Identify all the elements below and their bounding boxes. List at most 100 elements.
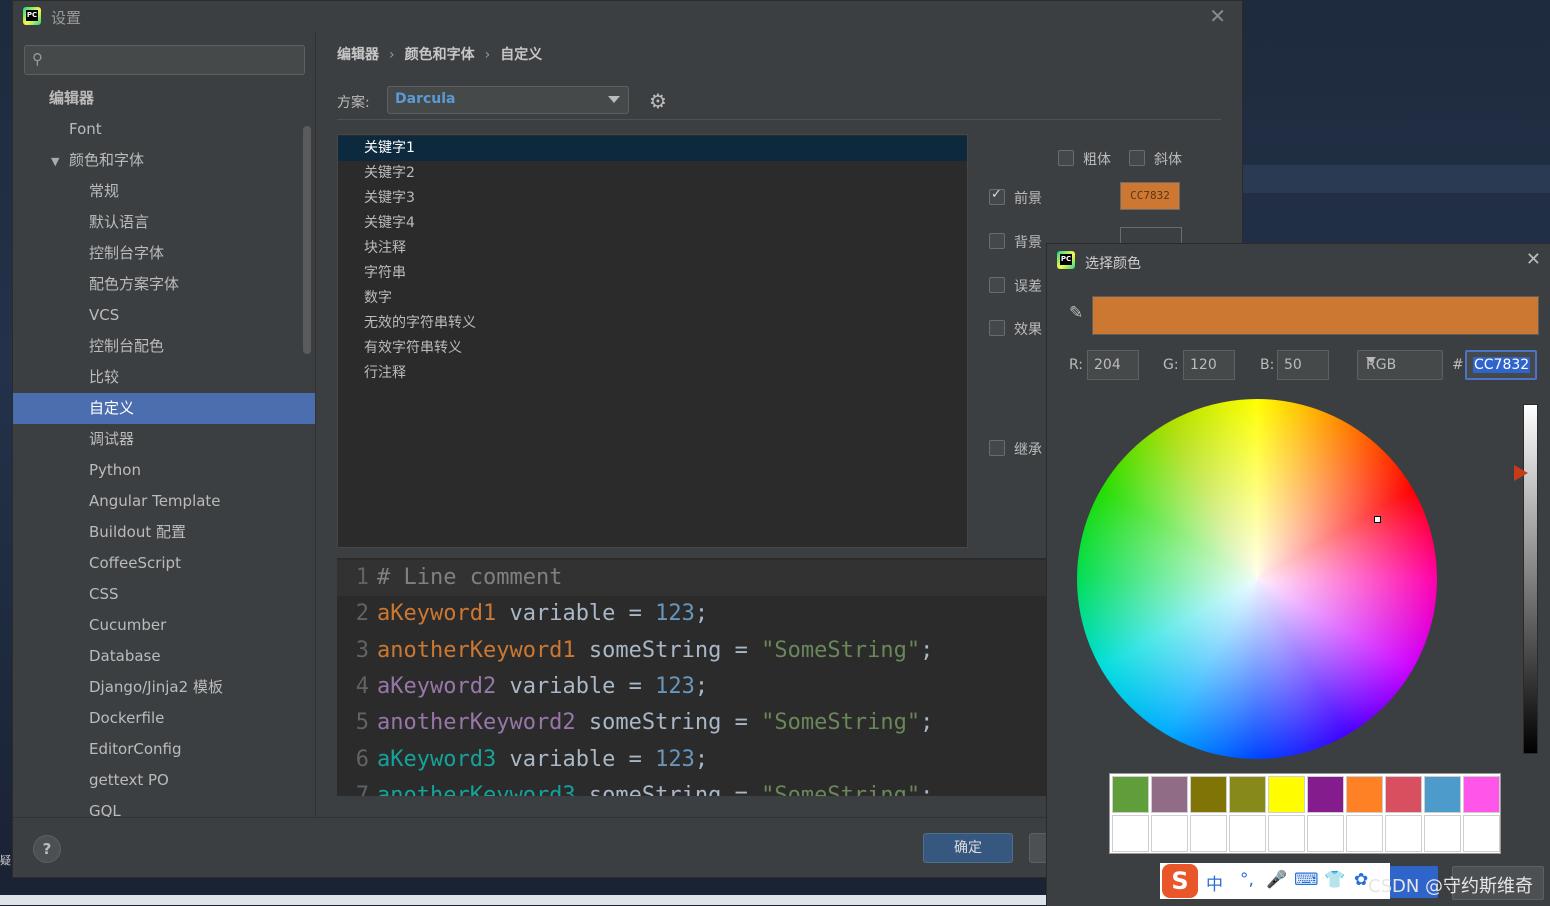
slider-thumb[interactable] <box>1514 465 1528 481</box>
checkbox-box[interactable] <box>989 187 1005 205</box>
color-swatch[interactable] <box>1112 815 1149 852</box>
wheel-cursor[interactable] <box>1374 516 1381 523</box>
color-swatch[interactable] <box>1112 776 1149 813</box>
color-swatch[interactable] <box>1229 815 1266 852</box>
color-swatch[interactable] <box>1424 776 1461 813</box>
color-swatch[interactable] <box>1229 776 1266 813</box>
sidebar-item[interactable]: CoffeeScript <box>13 548 315 579</box>
effects-checkbox[interactable]: 效果 <box>989 319 1042 339</box>
list-item[interactable]: 行注释 <box>338 361 967 386</box>
code-token: anotherKeyword1 <box>377 637 576 663</box>
list-item[interactable]: 关键字4 <box>338 211 967 236</box>
checkbox-box[interactable] <box>989 277 1005 293</box>
checkbox-box[interactable] <box>1058 150 1074 166</box>
sidebar-item[interactable]: Cucumber <box>13 610 315 641</box>
help-button[interactable]: ? <box>33 835 61 863</box>
color-swatch[interactable] <box>1346 776 1383 813</box>
ime-tool-icon[interactable]: 👕 <box>1324 870 1345 890</box>
sidebar-item[interactable]: 比较 <box>13 362 315 393</box>
bold-checkbox[interactable]: 粗体 <box>1058 149 1111 169</box>
nav-scrollbar[interactable] <box>303 126 311 354</box>
italic-checkbox[interactable]: 斜体 <box>1129 149 1182 169</box>
color-swatch[interactable] <box>1268 776 1305 813</box>
list-item[interactable]: 无效的字符串转义 <box>338 311 967 336</box>
color-swatch[interactable] <box>1463 776 1500 813</box>
breadcrumb-item[interactable]: 颜色和字体 <box>405 47 475 63</box>
color-swatch[interactable] <box>1385 776 1422 813</box>
color-swatch[interactable] <box>1151 776 1188 813</box>
code-token: "SomeString" <box>761 710 921 736</box>
checkbox-box[interactable] <box>989 320 1005 336</box>
sidebar-item[interactable]: 调试器 <box>13 424 315 455</box>
sidebar-item[interactable]: CSS <box>13 579 315 610</box>
sidebar-item[interactable]: Database <box>13 641 315 672</box>
sidebar-item[interactable]: Buildout 配置 <box>13 517 315 548</box>
color-mode-dropdown[interactable]: RGB <box>1357 350 1443 380</box>
sidebar-item[interactable]: VCS <box>13 300 315 331</box>
ime-tool-icon[interactable]: 中 <box>1206 870 1223 895</box>
green-input[interactable]: 120 <box>1183 350 1235 380</box>
foreground-color-swatch[interactable]: CC7832 <box>1120 182 1180 210</box>
sidebar-item[interactable]: gettext PO <box>13 765 315 796</box>
close-icon[interactable]: ✕ <box>1209 4 1226 28</box>
code-token: # Line comment <box>377 565 563 590</box>
sidebar-item[interactable]: Angular Template <box>13 486 315 517</box>
list-item[interactable]: 有效字符串转义 <box>338 336 967 361</box>
list-item[interactable]: 关键字1 <box>338 136 967 161</box>
sogou-logo-icon[interactable]: S <box>1162 864 1198 898</box>
list-item[interactable]: 关键字2 <box>338 161 967 186</box>
color-swatch[interactable] <box>1463 815 1500 852</box>
blue-input[interactable]: 50 <box>1277 350 1329 380</box>
red-input[interactable]: 204 <box>1087 350 1139 380</box>
checkbox-box[interactable] <box>989 440 1005 456</box>
color-swatch[interactable] <box>1385 815 1422 852</box>
inherit-checkbox[interactable]: 继承 <box>989 439 1042 459</box>
scheme-dropdown[interactable]: Darcula <box>387 86 629 114</box>
ime-tool-icon[interactable]: ✿ <box>1354 870 1368 890</box>
background-checkbox[interactable]: 背景 <box>989 232 1042 252</box>
sidebar-item[interactable]: 控制台配色 <box>13 331 315 362</box>
color-swatch[interactable] <box>1190 815 1227 852</box>
sidebar-item[interactable]: Dockerfile <box>13 703 315 734</box>
hex-input[interactable]: CC7832 <box>1465 350 1537 380</box>
color-wheel[interactable] <box>1077 399 1437 759</box>
expand-arrow-icon[interactable]: ▼ <box>51 146 65 177</box>
sidebar-item[interactable]: ▼ 颜色和字体 <box>13 145 315 176</box>
error-stripe-checkbox[interactable]: 误差 <box>989 276 1042 296</box>
color-swatch[interactable] <box>1307 815 1344 852</box>
list-item[interactable]: 数字 <box>338 286 967 311</box>
sidebar-item[interactable]: 控制台字体 <box>13 238 315 269</box>
list-item[interactable]: 字符串 <box>338 261 967 286</box>
checkbox-box[interactable] <box>1129 150 1145 166</box>
ime-tool-icon[interactable]: ⌨ <box>1294 870 1319 890</box>
sidebar-item[interactable]: Django/Jinja2 模板 <box>13 672 315 703</box>
sidebar-item[interactable]: 常规 <box>13 176 315 207</box>
color-swatch[interactable] <box>1424 815 1461 852</box>
color-swatch[interactable] <box>1346 815 1383 852</box>
sidebar-item[interactable]: Font <box>13 114 315 145</box>
sidebar-item[interactable]: 自定义 <box>13 393 315 424</box>
settings-search-input[interactable]: ⚲ <box>24 45 305 75</box>
sidebar-item[interactable]: Python <box>13 455 315 486</box>
brightness-slider[interactable] <box>1523 404 1538 754</box>
foreground-checkbox[interactable]: 前景 <box>989 187 1042 208</box>
list-item[interactable]: 块注释 <box>338 236 967 261</box>
sidebar-item[interactable]: 编辑器 <box>13 83 315 114</box>
color-swatch[interactable] <box>1151 815 1188 852</box>
ime-tool-icon[interactable]: 🎤 <box>1266 870 1287 890</box>
eyedropper-icon[interactable]: ✎ <box>1069 303 1083 323</box>
ok-button[interactable]: 确定 <box>923 833 1013 863</box>
list-item[interactable]: 关键字3 <box>338 186 967 211</box>
sidebar-item[interactable]: 默认语言 <box>13 207 315 238</box>
color-swatch[interactable] <box>1307 776 1344 813</box>
color-swatch[interactable] <box>1190 776 1227 813</box>
breadcrumb-item[interactable]: 编辑器 <box>337 47 379 63</box>
gear-icon[interactable]: ⚙ <box>649 89 667 113</box>
color-swatch[interactable] <box>1268 815 1305 852</box>
checkbox-box[interactable] <box>989 233 1005 249</box>
close-icon[interactable]: ✕ <box>1526 249 1541 270</box>
sidebar-item[interactable]: 配色方案字体 <box>13 269 315 300</box>
sidebar-item[interactable]: GQL <box>13 796 315 827</box>
sidebar-item[interactable]: EditorConfig <box>13 734 315 765</box>
ime-tool-icon[interactable]: °, <box>1240 870 1254 890</box>
